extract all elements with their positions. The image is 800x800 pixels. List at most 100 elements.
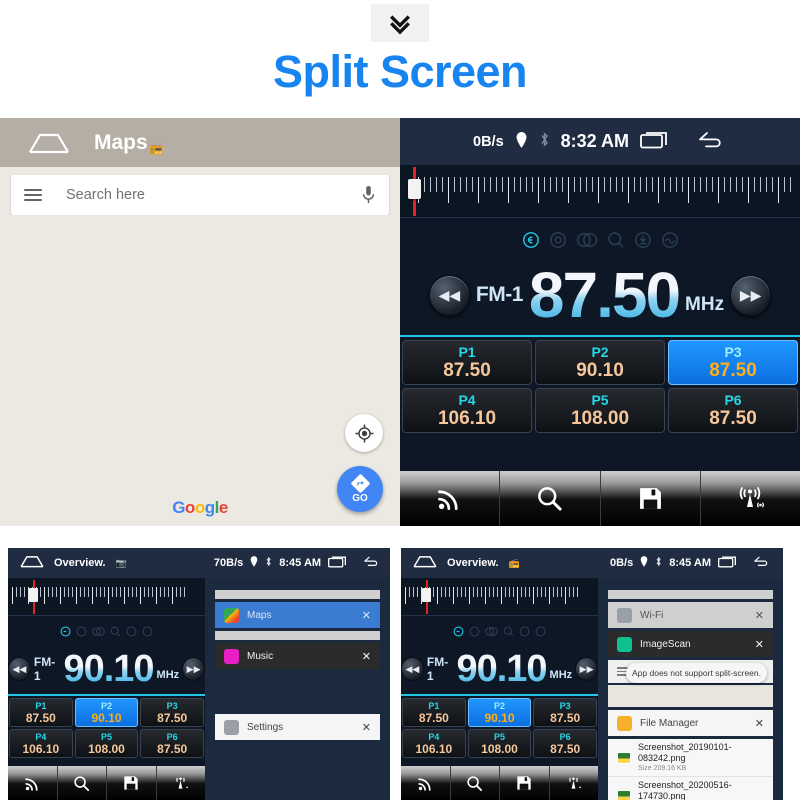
preset-button[interactable]: P5 108.00 <box>467 729 532 758</box>
save-floppy-icon[interactable] <box>500 766 550 800</box>
preset-button[interactable]: P4 106.10 <box>402 729 466 758</box>
rss-signal-icon[interactable] <box>400 471 501 526</box>
save-floppy-icon[interactable] <box>107 766 157 800</box>
preset-button-selected[interactable]: P2 90.10 <box>467 698 532 727</box>
recent-card-partial[interactable] <box>215 631 380 640</box>
go-button[interactable]: GO <box>337 466 383 512</box>
next-station-button[interactable]: ▶▶ <box>182 657 205 681</box>
antenna-broadcast-icon[interactable] <box>701 471 800 526</box>
thumb-recents-pane[interactable]: 70B/s 8:45 AM Maps ✕ Music ✕ Settings ✕ <box>205 548 390 800</box>
back-arrow-icon[interactable] <box>753 556 771 570</box>
thumb-frequency-tuner[interactable] <box>8 578 205 616</box>
thumbnail-filemanager-recents[interactable]: Overview. 📻 ◀◀ FM-1 90.10 MHz ▶▶ P1 87.5… <box>401 548 783 800</box>
preset-button[interactable]: P3 87.50 <box>140 698 205 727</box>
recent-card-wifi[interactable]: Wi-Fi ✕ <box>608 602 773 628</box>
preset-button[interactable]: P1 87.50 <box>402 340 532 385</box>
preset-button[interactable]: P1 87.50 <box>402 698 466 727</box>
home-outline-icon[interactable] <box>28 132 70 154</box>
file-list-item[interactable]: Screenshot_20200516-174730.png Size 153.… <box>608 777 773 800</box>
thumb-radio-pane[interactable]: Overview. 📻 ◀◀ FM-1 90.10 MHz ▶▶ P1 87.5… <box>401 548 598 800</box>
double-chevron-down-icon[interactable] <box>371 4 429 42</box>
preset-button[interactable]: P6 87.50 <box>533 729 598 758</box>
recent-apps-icon[interactable] <box>718 555 738 571</box>
band-label: FM-1 <box>426 655 449 683</box>
close-icon[interactable]: ✕ <box>755 638 764 651</box>
recent-card-partial[interactable] <box>608 590 773 599</box>
preset-button[interactable]: P6 87.50 <box>668 388 798 433</box>
back-arrow-icon[interactable] <box>363 556 381 570</box>
antenna-broadcast-icon[interactable] <box>157 766 206 800</box>
thumb-frequency-display: ◀◀ FM-1 90.10 MHz ▶▶ <box>8 642 205 688</box>
close-icon[interactable]: ✕ <box>755 717 764 730</box>
prev-station-button[interactable]: ◀◀ <box>401 657 424 681</box>
tuner-slider-handle[interactable] <box>29 588 38 602</box>
close-icon[interactable]: ✕ <box>362 650 371 663</box>
recent-card-imagescan[interactable]: ImageScan ✕ <box>608 631 773 657</box>
thumb-radio-header: Overview. 📷 <box>8 548 205 578</box>
thumbnail-maps-recents[interactable]: Overview. 📷 ◀◀ FM-1 90.10 MHz ▶▶ P1 87.5… <box>8 548 390 800</box>
recent-card-filemanager[interactable]: File Manager ✕ <box>608 710 773 736</box>
preset-button[interactable]: P4 106.10 <box>9 729 73 758</box>
file-name: Screenshot_20190101-083242.png <box>638 742 732 763</box>
recent-apps-list: Wi-Fi ✕ ImageScan ✕ App does not support… <box>598 578 783 800</box>
search-icon[interactable] <box>500 471 601 526</box>
home-outline-icon[interactable] <box>20 555 44 571</box>
search-input[interactable]: Search here <box>11 175 389 215</box>
frequency-unit: MHz <box>156 669 180 681</box>
network-speed: 0B/s <box>609 557 634 569</box>
rss-signal-icon[interactable] <box>8 766 58 800</box>
preset-value: 87.50 <box>418 710 449 725</box>
maps-pane[interactable]: Maps 📻 Search here Google GO <box>0 118 400 526</box>
preset-button[interactable]: P2 90.10 <box>535 340 665 385</box>
back-arrow-icon[interactable] <box>697 131 727 153</box>
close-icon[interactable]: ✕ <box>755 609 764 622</box>
my-location-icon[interactable] <box>345 414 383 452</box>
preset-label: P1 <box>458 343 476 360</box>
recent-card-music[interactable]: Music ✕ <box>215 643 380 669</box>
thumb-preset-grid: P1 87.50 P2 90.10 P3 87.50 P4 106.10 P5 … <box>401 694 598 758</box>
af-icon <box>60 624 71 642</box>
search-icon[interactable] <box>58 766 107 800</box>
microphone-icon[interactable] <box>360 185 376 205</box>
preset-button[interactable]: P5 108.00 <box>74 729 139 758</box>
preset-button[interactable]: P5 108.00 <box>535 388 665 433</box>
preset-button[interactable]: P1 87.50 <box>9 698 73 727</box>
recent-card-maps[interactable]: Maps ✕ <box>215 602 380 628</box>
next-station-button[interactable]: ▶▶ <box>730 274 772 316</box>
recent-apps-icon[interactable] <box>640 130 670 153</box>
bluetooth-icon <box>265 556 272 570</box>
prev-station-button[interactable]: ◀◀ <box>428 274 470 316</box>
frequency-tuner[interactable] <box>400 165 800 218</box>
preset-button[interactable]: P3 87.50 <box>533 698 598 727</box>
recent-card-settings[interactable]: Settings ✕ <box>215 714 380 740</box>
tuner-slider-handle[interactable] <box>422 588 431 602</box>
prev-station-button[interactable]: ◀◀ <box>8 657 31 681</box>
save-floppy-icon[interactable] <box>601 471 701 526</box>
preset-button[interactable]: P4 106.10 <box>402 388 532 433</box>
search-icon[interactable] <box>451 766 500 800</box>
preset-button-selected[interactable]: P2 90.10 <box>74 698 139 727</box>
loc-icon <box>634 231 652 254</box>
next-station-button[interactable]: ▶▶ <box>575 657 598 681</box>
radio-pane[interactable]: 0B/s 8:32 AM ◀◀ FM-1 87.50 MHz ▶▶ P1 87.… <box>400 118 800 526</box>
home-outline-icon[interactable] <box>413 555 437 571</box>
antenna-broadcast-icon[interactable] <box>550 766 599 800</box>
thumb-recents-pane[interactable]: 0B/s 8:45 AM Wi-Fi ✕ ImageScan ✕ App doe… <box>598 548 783 800</box>
preset-button-selected[interactable]: P3 87.50 <box>668 340 798 385</box>
frequency-unit: MHz <box>685 294 725 315</box>
rss-signal-icon[interactable] <box>401 766 451 800</box>
recent-apps-icon[interactable] <box>328 555 348 571</box>
file-list-item[interactable]: Screenshot_20190101-083242.png Size 209.… <box>608 739 773 777</box>
thumb-radio-title: Overview. <box>447 557 499 569</box>
close-icon[interactable]: ✕ <box>362 609 371 622</box>
thumb-frequency-tuner[interactable] <box>401 578 598 616</box>
recent-card-partial[interactable] <box>215 590 380 599</box>
maps-search-wrap: Search here <box>0 167 400 215</box>
close-icon[interactable]: ✕ <box>362 721 371 734</box>
tuner-slider-handle[interactable] <box>408 179 421 199</box>
radio-toolbar <box>400 471 800 526</box>
page-header: Split Screen <box>0 0 800 118</box>
thumb-radio-pane[interactable]: Overview. 📷 ◀◀ FM-1 90.10 MHz ▶▶ P1 87.5… <box>8 548 205 800</box>
hamburger-menu-icon[interactable] <box>24 189 42 201</box>
preset-button[interactable]: P6 87.50 <box>140 729 205 758</box>
